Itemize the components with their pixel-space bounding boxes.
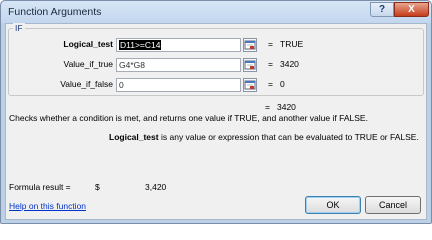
collapse-dialog-icon (244, 80, 256, 90)
logical-test-input[interactable]: D11>=C14 (116, 38, 241, 52)
value-if-false-ref-button[interactable] (243, 78, 257, 92)
function-description: Checks whether a condition is met, and r… (9, 113, 368, 123)
function-arguments-dialog: Function Arguments ? X IF Logical_test D… (0, 0, 432, 224)
collapse-dialog-icon (244, 40, 256, 50)
arg-label-value-if-false: Value_if_false (60, 79, 113, 89)
formula-result-label: Formula result = (9, 182, 71, 192)
logical-test-ref-button[interactable] (243, 38, 257, 52)
logical-test-value: D11>=C14 (119, 40, 162, 50)
value-if-true-value: G4*G8 (119, 60, 145, 70)
function-group: IF Logical_test D11>=C14 = TRUE Value_if… (8, 23, 424, 96)
function-result-value: 3420 (277, 102, 296, 112)
value-if-false-equals: = (268, 79, 273, 89)
close-icon: X (408, 4, 415, 15)
title-bar[interactable]: Function Arguments ? X (1, 1, 431, 23)
value-if-true-result: 3420 (280, 59, 299, 69)
logical-test-result: TRUE (280, 39, 304, 49)
arg-label-value-if-true: Value_if_true (63, 59, 113, 69)
ok-button[interactable]: OK (305, 196, 361, 214)
formula-result-value: 3,420 (145, 182, 167, 192)
value-if-true-ref-button[interactable] (243, 58, 257, 72)
help-on-function-link[interactable]: Help on this function (9, 201, 86, 211)
dialog-body: IF Logical_test D11>=C14 = TRUE Value_if… (5, 23, 427, 220)
collapse-dialog-icon (244, 60, 256, 70)
cancel-button[interactable]: Cancel (365, 196, 421, 214)
function-name: IF (13, 23, 25, 33)
dialog-title: Function Arguments (8, 6, 102, 18)
argument-description-text: is any value or expression that can be e… (160, 132, 419, 142)
help-button[interactable]: ? (370, 2, 394, 17)
formula-result-currency: $ (95, 182, 100, 192)
value-if-false-result: 0 (280, 79, 285, 89)
argument-description: Logical_test is any value or expression … (109, 132, 419, 142)
logical-test-equals: = (268, 39, 273, 49)
arg-label-logical-test: Logical_test (63, 39, 113, 49)
function-result-equals: = (265, 102, 270, 112)
value-if-true-equals: = (268, 59, 273, 69)
value-if-true-input[interactable]: G4*G8 (116, 58, 241, 72)
value-if-false-value: 0 (119, 80, 124, 90)
argument-description-name: Logical_test (109, 132, 159, 142)
help-icon: ? (378, 4, 386, 15)
value-if-false-input[interactable]: 0 (116, 78, 241, 92)
close-button[interactable]: X (394, 2, 429, 17)
